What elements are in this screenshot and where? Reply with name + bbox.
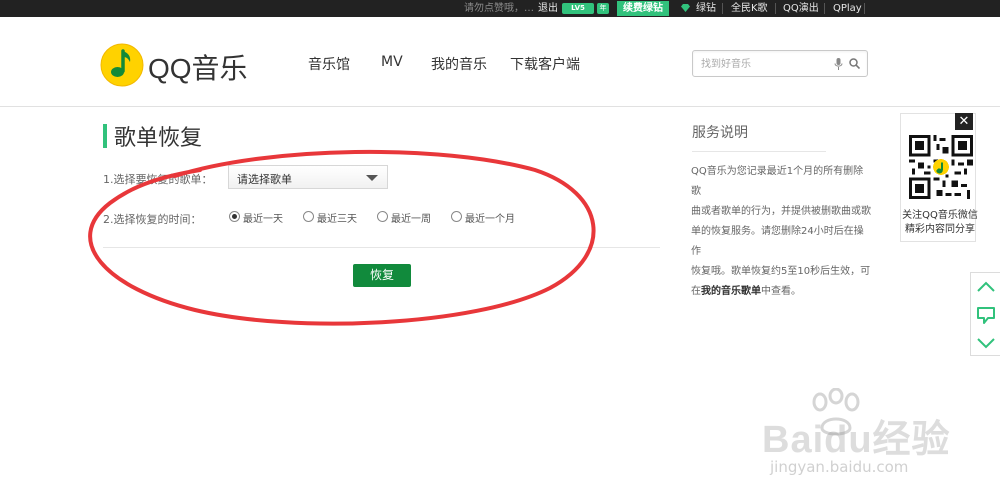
service-divider [692,151,826,152]
scroll-down-icon[interactable] [971,329,1000,357]
title-accent-bar [103,124,107,148]
service-desc-line: QQ音乐为您记录最近1个月的所有删除歌 [691,166,864,197]
radio-button-checked[interactable] [229,211,240,222]
renew-green-diamond-button[interactable]: 续费绿钻 [617,1,669,16]
nav-mv[interactable]: MV [381,54,403,70]
dropdown-caret-icon [366,175,378,181]
green-diamond-link[interactable]: 绿钻 [696,1,716,16]
service-desc-line: 在我的音乐歌单中查看。 [691,282,873,302]
baidu-watermark-url: jingyan.baidu.com [770,458,909,476]
qq-music-logo-icon[interactable] [100,43,144,87]
search-input[interactable] [701,56,821,72]
scroll-up-icon[interactable] [971,273,1000,301]
radio-button[interactable] [303,211,314,222]
step2-label: 2.选择恢复的时间： [103,213,202,226]
baidu-watermark-text: Baidu经验 [762,419,951,461]
radio-label: 最近一周 [391,214,431,225]
search-icon[interactable] [849,58,860,69]
floating-toolbar [970,272,1000,356]
top-bar: 请勿点赞哦，… 退出 LV5 年 续费绿钻 绿钻 全民K歌 QQ演出 QPlay [0,0,1000,17]
radio-label: 最近三天 [317,214,357,225]
my-music-playlist-link[interactable]: 我的音乐歌单 [701,286,761,297]
restore-button[interactable]: 恢复 [353,264,411,287]
radio-label: 最近一天 [243,214,283,225]
qr-code-icon [909,135,973,199]
form-divider [103,247,660,248]
radio-label: 最近一个月 [465,214,515,225]
nav-download-client[interactable]: 下载客户端 [510,54,580,74]
national-karaoke-link[interactable]: 全民K歌 [731,1,768,16]
qq-live-link[interactable]: QQ演出 [783,1,819,16]
year-badge: 年 [597,3,609,14]
playlist-select-value: 请选择歌单 [237,173,292,186]
service-title: 服务说明 [692,125,748,141]
playlist-select[interactable]: 请选择歌单 [228,165,388,189]
green-diamond-icon [681,4,690,12]
radio-button[interactable] [377,211,388,222]
nav-my-music[interactable]: 我的音乐 [431,54,487,74]
radio-button[interactable] [451,211,462,222]
search-box [692,50,868,77]
logout-link[interactable]: 退出 [538,1,558,16]
service-description: QQ音乐为您记录最近1个月的所有删除歌 曲或者歌单的行为，并提供被删歌曲或歌 单… [691,162,873,302]
desc-suffix: 中查看。 [761,286,801,297]
feedback-icon[interactable] [971,301,1000,329]
page-title: 歌单恢复 [114,126,203,151]
qr-caption-line: 精彩内容同分享 [905,224,975,235]
qr-caption-line: 关注QQ音乐微信 [902,210,978,221]
top-hint: 请勿点赞哦，… [464,3,534,14]
close-icon[interactable]: ✕ [955,113,973,130]
top-separator [775,3,776,14]
level-badge: LV5 [562,3,594,14]
top-separator [722,3,723,14]
nav-music-hall[interactable]: 音乐馆 [308,54,350,74]
top-separator [824,3,825,14]
top-separator [864,3,865,14]
desc-prefix: 在 [691,286,701,297]
step1-label: 1.选择要恢复的歌单： [103,173,213,186]
logo-text[interactable]: QQ音乐 [148,47,248,87]
service-desc-line: 恢复哦。歌单恢复约5至10秒后生效，可 [691,266,871,277]
service-desc-line: 曲或者歌单的行为，并提供被删歌曲或歌 [691,206,871,217]
qr-caption: 关注QQ音乐微信 精彩内容同分享 [902,209,978,237]
qplay-link[interactable]: QPlay [833,1,862,16]
microphone-icon[interactable] [834,58,843,70]
service-desc-line: 单的恢复服务。请您删除24小时后在操作 [691,226,864,257]
site-header: QQ音乐 音乐馆 MV 我的音乐 下载客户端 [0,17,1000,107]
